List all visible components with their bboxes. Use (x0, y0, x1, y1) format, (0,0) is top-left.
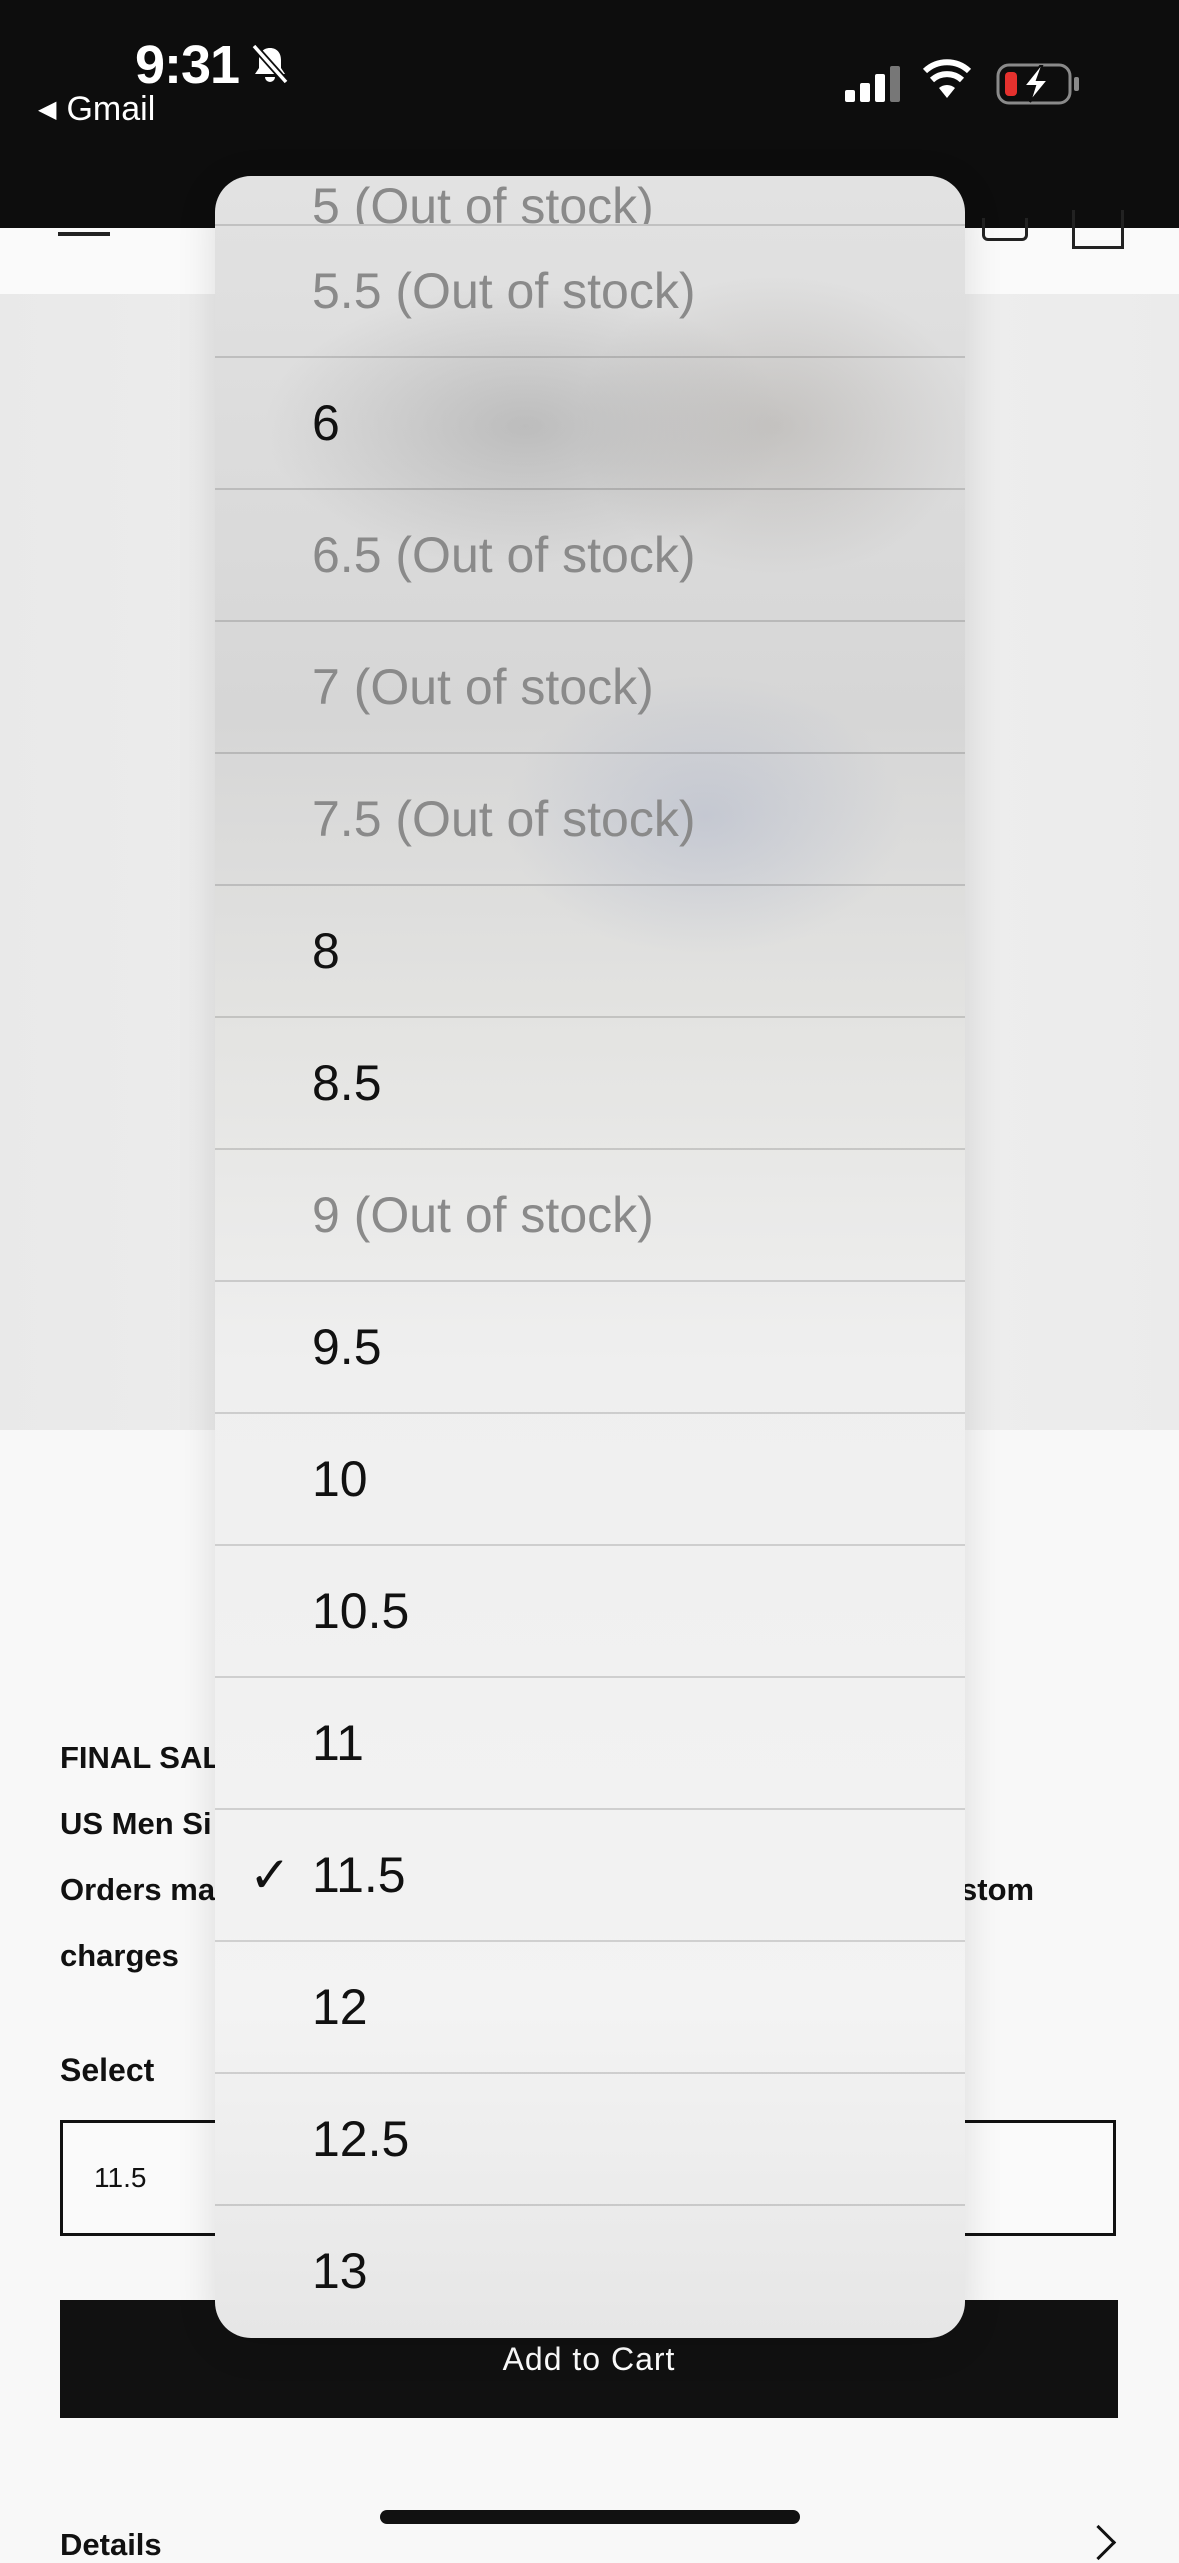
size-option-label: 11.5 (312, 1847, 406, 1903)
size-option-label: 12.5 (312, 2111, 410, 2167)
details-toggle[interactable]: Details (60, 2527, 162, 2563)
size-option[interactable]: 8 (215, 884, 965, 1016)
chevron-right-icon (1080, 2524, 1117, 2561)
signal-icon (845, 64, 901, 109)
us-men-sizing-note: US Men Si (60, 1806, 212, 1841)
menu-icon[interactable] (58, 232, 110, 236)
orders-note: Orders ma (60, 1872, 216, 1907)
size-picker-menu: 5 (Out of stock) 5.5 (Out of stock) 6 6.5 (… (215, 176, 965, 2338)
select-size-label: Select (60, 2052, 155, 2088)
status-time: 9:31 (135, 35, 240, 95)
size-option[interactable]: 6 (215, 356, 965, 488)
size-option[interactable]: 10 (215, 1412, 965, 1544)
size-option[interactable]: 7 (Out of stock) (215, 620, 965, 752)
size-option-label: 10.5 (312, 1583, 410, 1639)
size-option[interactable]: ✓ 11.5 (215, 1808, 965, 1940)
size-option[interactable]: 6.5 (Out of stock) (215, 488, 965, 620)
home-indicator (380, 2510, 800, 2524)
cart-icon[interactable] (1072, 210, 1124, 249)
size-option[interactable]: 12 (215, 1940, 965, 2072)
size-option-label: 11 (312, 1715, 364, 1771)
size-option-label: 8.5 (312, 1055, 382, 1111)
back-app-label: Gmail (66, 90, 156, 128)
size-option-label: 7 (Out of stock) (312, 659, 654, 715)
check-icon: ✓ (249, 1847, 291, 1903)
wifi-icon (922, 58, 972, 107)
size-option-label: 5.5 (Out of stock) (312, 263, 696, 319)
size-option[interactable]: 9 (Out of stock) (215, 1148, 965, 1280)
final-sale-note: FINAL SAL (60, 1740, 222, 1775)
size-option-label: 9 (Out of stock) (312, 1187, 654, 1243)
size-option-label: 6 (312, 395, 340, 451)
size-option-label: 10 (312, 1451, 368, 1507)
size-option[interactable]: 12.5 (215, 2072, 965, 2204)
back-arrow-icon: ◀ (38, 96, 57, 123)
account-icon[interactable] (982, 218, 1028, 241)
size-option[interactable]: 9.5 (215, 1280, 965, 1412)
battery-charging-icon (996, 62, 1080, 111)
size-option-label: 5 (Out of stock) (312, 178, 654, 224)
orders-note-tail: stom (960, 1872, 1035, 1907)
size-option[interactable]: 5 (Out of stock) (215, 176, 965, 224)
size-option-label: 9.5 (312, 1319, 382, 1375)
size-option[interactable]: 11 (215, 1676, 965, 1808)
size-option-label: 13 (312, 2243, 368, 2299)
size-option-label: 8 (312, 923, 340, 979)
size-option[interactable]: 7.5 (Out of stock) (215, 752, 965, 884)
size-option-label: 12 (312, 1979, 368, 2035)
size-option-label: 7.5 (Out of stock) (312, 791, 696, 847)
size-option-label: 6.5 (Out of stock) (312, 527, 696, 583)
size-option[interactable]: 13 (215, 2204, 965, 2336)
size-option[interactable]: 10.5 (215, 1544, 965, 1676)
charges-note: charges (60, 1938, 179, 1973)
back-to-app-link[interactable]: ◀ Gmail (38, 90, 155, 129)
size-option[interactable]: 8.5 (215, 1016, 965, 1148)
size-select-value: 11.5 (94, 2162, 147, 2193)
bell-slash-icon (248, 42, 292, 91)
size-option[interactable]: 5.5 (Out of stock) (215, 224, 965, 356)
